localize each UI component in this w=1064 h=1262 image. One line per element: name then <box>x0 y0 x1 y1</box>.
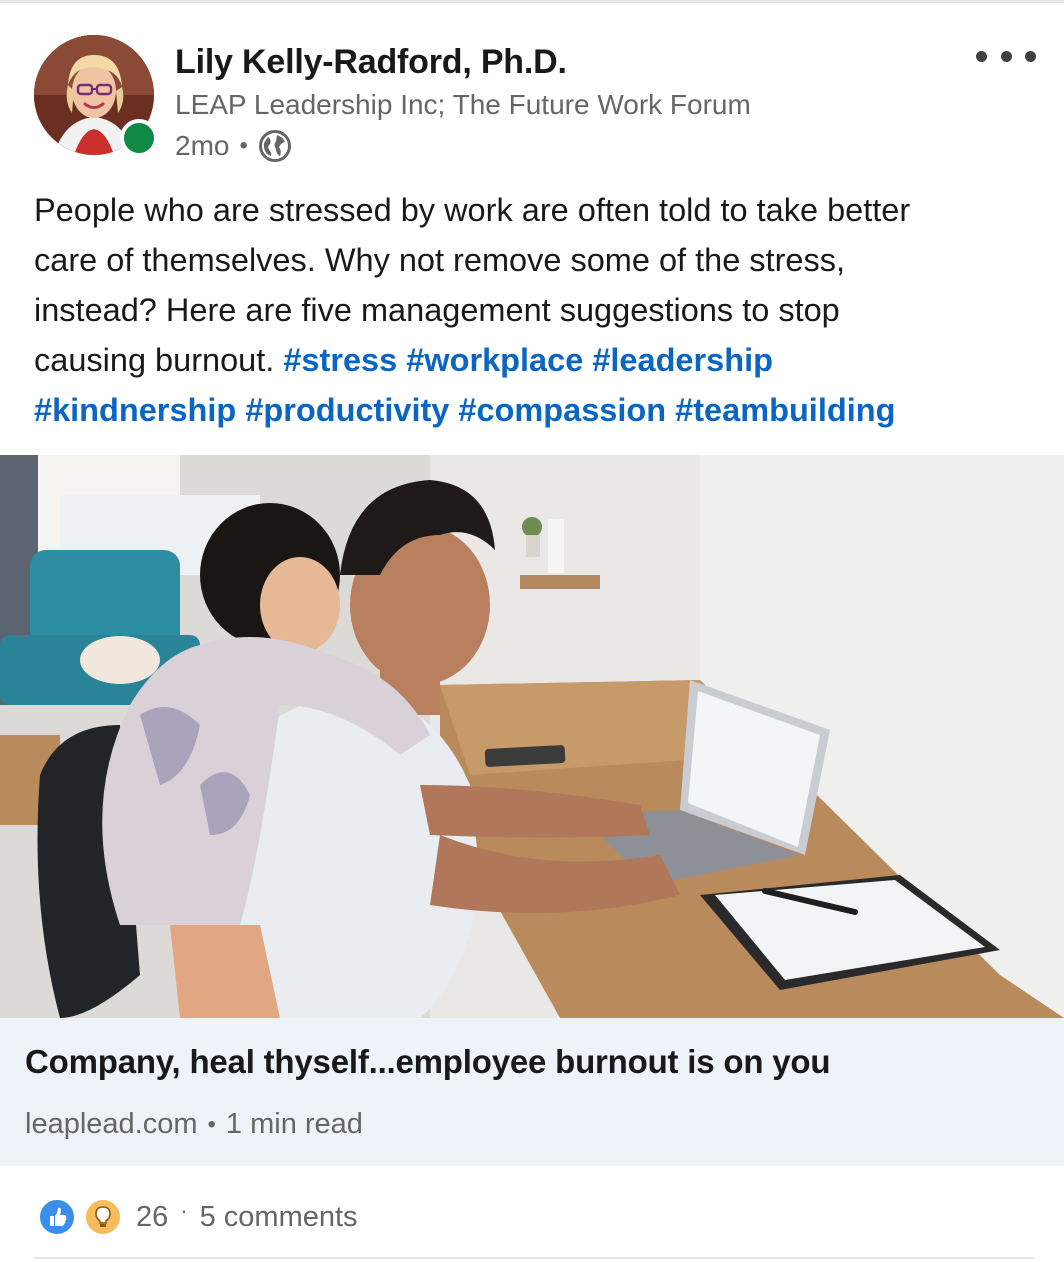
hashtag-kindnership[interactable]: #kindnership <box>34 392 236 428</box>
divider <box>34 1257 1034 1259</box>
post-text-line: instead? Here are five management sugges… <box>34 292 840 328</box>
post-text-line: People who are stressed by work are ofte… <box>34 192 911 228</box>
post-text-line: care of themselves. Why not remove some … <box>34 242 846 278</box>
meta-separator: • <box>239 132 248 159</box>
post-meta: 2mo • <box>175 127 292 165</box>
author-name[interactable]: Lily Kelly-Radford, Ph.D. <box>175 43 567 82</box>
article-link-card[interactable]: Company, heal thyself...employee burnout… <box>0 1018 1064 1166</box>
post-text-line: causing burnout. <box>34 342 275 378</box>
reaction-count[interactable]: 26 <box>136 1201 168 1234</box>
more-dot-icon <box>1025 50 1036 62</box>
social-separator: · <box>180 1198 188 1223</box>
author-avatar[interactable] <box>34 35 158 157</box>
hashtag-productivity[interactable]: #productivity <box>245 392 449 428</box>
hashtag-compassion[interactable]: #compassion <box>458 392 666 428</box>
article-source: leaplead.com • 1 min read <box>25 1108 363 1141</box>
feed-post: Lily Kelly-Radford, Ph.D. LEAP Leadershi… <box>0 0 1064 1262</box>
article-image[interactable] <box>0 455 1064 1018</box>
social-counts: 26 · 5 comments <box>38 1197 358 1237</box>
hashtag-leadership[interactable]: #leadership <box>592 342 773 378</box>
more-options-button[interactable] <box>976 39 1036 73</box>
insightful-icon[interactable] <box>84 1198 122 1236</box>
article-photo-illustration <box>0 455 1064 1018</box>
online-status-dot <box>120 119 158 157</box>
article-separator: • <box>207 1110 216 1138</box>
article-title[interactable]: Company, heal thyself...employee burnout… <box>25 1043 831 1081</box>
author-headline: LEAP Leadership Inc; The Future Work For… <box>175 89 751 120</box>
like-icon[interactable] <box>38 1198 76 1236</box>
hashtag-stress[interactable]: #stress <box>283 342 397 378</box>
more-dot-icon <box>1000 50 1012 62</box>
article-domain: leaplead.com <box>25 1108 198 1140</box>
article-read-time: 1 min read <box>225 1108 363 1140</box>
hashtag-teambuilding[interactable]: #teambuilding <box>675 392 895 428</box>
hashtag-workplace[interactable]: #workplace <box>406 342 583 378</box>
more-dot-icon <box>976 50 987 62</box>
globe-icon <box>258 129 292 163</box>
post-text: People who are stressed by work are ofte… <box>34 185 1034 435</box>
comments-count[interactable]: 5 comments <box>200 1201 358 1234</box>
post-time: 2mo <box>175 130 230 161</box>
